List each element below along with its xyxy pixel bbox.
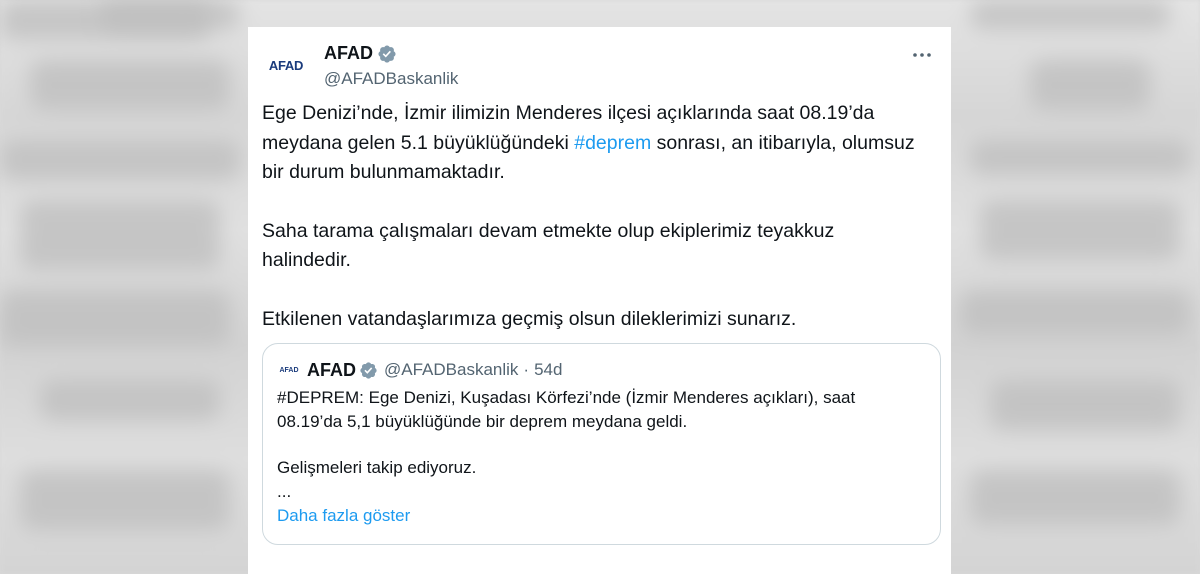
quoted-avatar-logo: AFAD xyxy=(279,366,299,374)
tweet-header: AFAD AFAD @AFADBaskanlik xyxy=(262,39,941,89)
author-handle[interactable]: @AFADBaskanlik xyxy=(324,69,458,89)
more-dots-icon xyxy=(913,53,931,57)
separator-dot: · xyxy=(523,360,530,379)
show-more-link[interactable]: Daha fazla göster xyxy=(277,506,410,526)
hashtag-link[interactable]: #deprem xyxy=(574,132,651,154)
quoted-tweet-header: AFAD AFAD @AFADBaskanlik · 54d xyxy=(277,358,562,382)
tweet-paragraph: Ege Denizi’nde, İzmir ilimizin Menderes … xyxy=(262,99,922,188)
tweet-paragraph: Etkilenen vatandaşlarımıza geçmiş olsun … xyxy=(262,307,797,330)
quoted-line: ... xyxy=(277,482,292,501)
avatar[interactable]: AFAD xyxy=(262,41,310,89)
quoted-timestamp[interactable]: 54d xyxy=(534,360,562,380)
tweet-paragraph: Saha tarama çalışmaları devam etmekte ol… xyxy=(262,219,835,272)
author-name-row: AFAD xyxy=(324,43,397,64)
quoted-author-handle: @AFADBaskanlik xyxy=(384,360,519,379)
author-name[interactable]: AFAD xyxy=(324,43,373,64)
verified-badge-icon xyxy=(360,361,377,379)
quoted-avatar: AFAD xyxy=(277,358,301,382)
quoted-author-name: AFAD xyxy=(307,359,356,380)
verified-badge-icon xyxy=(378,44,396,63)
tweet-text: Ege Denizi’nde, İzmir ilimizin Menderes … xyxy=(262,99,922,363)
quoted-line: #DEPREM: Ege Denizi, Kuşadası Körfezi’nd… xyxy=(277,388,856,431)
quoted-line: Gelişmeleri takip ediyoruz. xyxy=(277,458,477,477)
quoted-text: #DEPREM: Ege Denizi, Kuşadası Körfezi’nd… xyxy=(277,386,917,504)
more-icon[interactable] xyxy=(905,41,939,69)
tweet-card: AFAD AFAD @AFADBaskanlik Ege Denizi’nde,… xyxy=(248,27,951,574)
avatar-logo: AFAD xyxy=(268,57,304,73)
quoted-tweet[interactable]: AFAD AFAD @AFADBaskanlik · 54d #DEPREM: … xyxy=(262,343,941,545)
